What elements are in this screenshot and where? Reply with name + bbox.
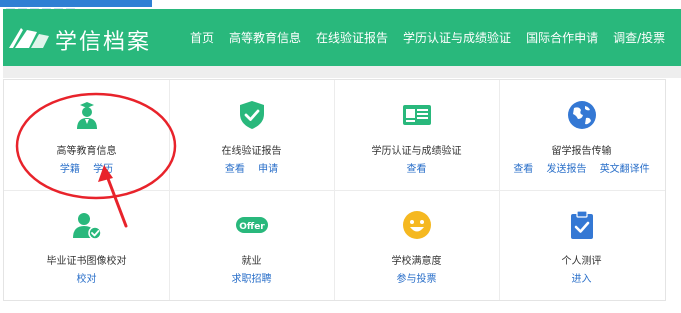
service-label: 毕业证书图像校对 [46, 256, 127, 267]
services-panel: 高等教育信息 学籍 学历 在线验证报告 查看 申请 学历认证与成绩验证 查看 留… [3, 79, 666, 301]
service-label: 在线验证报告 [221, 146, 282, 157]
link-enter[interactable]: 进入 [572, 274, 592, 285]
user-check-icon[interactable] [72, 210, 102, 240]
graduate-icon[interactable] [72, 100, 102, 130]
nav-survey[interactable]: 调查/投票 [613, 29, 665, 46]
nav-international[interactable]: 国际合作申请 [526, 29, 598, 46]
site-logo[interactable]: 学信档案 [7, 21, 157, 55]
service-school-satisfaction: 学校满意度 参与投票 [334, 190, 499, 300]
link-proofread[interactable]: 校对 [77, 274, 97, 285]
service-employment: Offer 就业 求职招聘 [169, 190, 334, 300]
service-links: 校对 [4, 270, 169, 285]
service-online-report: 在线验证报告 查看 申请 [169, 80, 334, 190]
service-label: 个人测评 [561, 256, 602, 267]
service-label: 就业 [241, 256, 262, 267]
service-links: 学籍 学历 [4, 160, 169, 175]
link-enrollment[interactable]: 学籍 [60, 164, 80, 175]
nav-home[interactable]: 首页 [190, 29, 214, 46]
service-degree-verification: 学历认证与成绩验证 查看 [334, 80, 499, 190]
service-label: 留学报告传输 [551, 146, 612, 157]
tab-title-fragment [6, 0, 141, 12]
service-label: 学校满意度 [391, 256, 442, 267]
shield-check-icon[interactable] [237, 100, 267, 130]
service-label: 高等教育信息 [56, 146, 117, 157]
book-logo-icon [9, 28, 49, 48]
nav-higher-education[interactable]: 高等教育信息 [229, 29, 301, 46]
offer-badge-text: Offer [239, 222, 265, 232]
link-vote[interactable]: 参与投票 [397, 274, 437, 285]
link-job-search[interactable]: 求职招聘 [232, 274, 272, 285]
service-links: 求职招聘 [169, 270, 334, 285]
top-navbar: 学信档案 首页 高等教育信息 在线验证报告 学历认证与成绩验证 国际合作申请 调… [3, 9, 681, 66]
service-links: 查看 发送报告 英文翻译件 [499, 160, 664, 175]
globe-icon[interactable] [567, 100, 597, 130]
nav-online-report[interactable]: 在线验证报告 [316, 29, 388, 46]
link-english-translation[interactable]: 英文翻译件 [600, 164, 650, 175]
service-links: 进入 [499, 270, 664, 285]
service-certificate-image-check: 毕业证书图像校对 校对 [4, 190, 169, 300]
clipboard-check-icon[interactable] [567, 210, 597, 240]
offer-badge-icon[interactable]: Offer [235, 210, 269, 240]
link-degree[interactable]: 学历 [93, 164, 113, 175]
id-card-icon[interactable] [402, 100, 432, 130]
link-view[interactable]: 查看 [513, 164, 533, 175]
service-links: 参与投票 [334, 270, 499, 285]
nav-degree-verification[interactable]: 学历认证与成绩验证 [403, 29, 511, 46]
service-personal-assessment: 个人测评 进入 [499, 190, 664, 300]
link-send-report[interactable]: 发送报告 [547, 164, 587, 175]
link-view[interactable]: 查看 [225, 164, 245, 175]
link-view[interactable]: 查看 [407, 164, 427, 175]
service-links: 查看 [334, 160, 499, 175]
main-nav: 首页 高等教育信息 在线验证报告 学历认证与成绩验证 国际合作申请 调查/投票 [190, 29, 665, 46]
logo-text: 学信档案 [55, 30, 152, 55]
browser-tab-fragment [0, 0, 152, 12]
smiley-icon[interactable] [402, 210, 432, 240]
service-links: 查看 申请 [169, 160, 334, 175]
gray-band [3, 66, 681, 78]
service-study-abroad-report: 留学报告传输 查看 发送报告 英文翻译件 [499, 80, 664, 190]
service-higher-education: 高等教育信息 学籍 学历 [4, 80, 169, 190]
service-label: 学历认证与成绩验证 [371, 146, 462, 157]
link-apply[interactable]: 申请 [258, 164, 278, 175]
